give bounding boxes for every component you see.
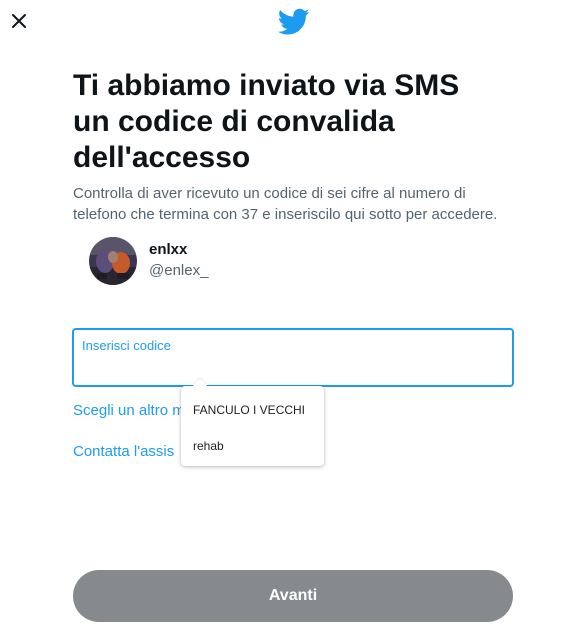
twitter-bird-icon (277, 8, 310, 35)
code-field-label: Inserisci codice (82, 338, 171, 353)
user-name: enlxx (149, 241, 188, 258)
page-title: Ti abbiamo inviato via SMS un codice di … (73, 69, 460, 174)
close-button[interactable] (6, 8, 32, 34)
autocomplete-dropdown: FANCULO I VECCHI rehab (181, 377, 324, 466)
autocomplete-option[interactable]: rehab (193, 439, 224, 453)
code-field[interactable]: Inserisci codice (72, 328, 514, 387)
autocomplete-option[interactable]: FANCULO I VECCHI (193, 403, 305, 417)
next-button[interactable]: Avanti (73, 570, 513, 622)
choose-other-method-link[interactable]: Scegli un altro m (73, 402, 185, 419)
close-icon (12, 14, 26, 28)
twitter-logo (277, 8, 310, 36)
user-handle: @enlex_ (149, 262, 209, 279)
page-subtitle: Controlla di aver ricevuto un codice di … (73, 185, 498, 223)
contact-support-link[interactable]: Contatta l'assis (73, 443, 174, 460)
avatar (89, 237, 137, 285)
code-input[interactable] (82, 356, 502, 380)
